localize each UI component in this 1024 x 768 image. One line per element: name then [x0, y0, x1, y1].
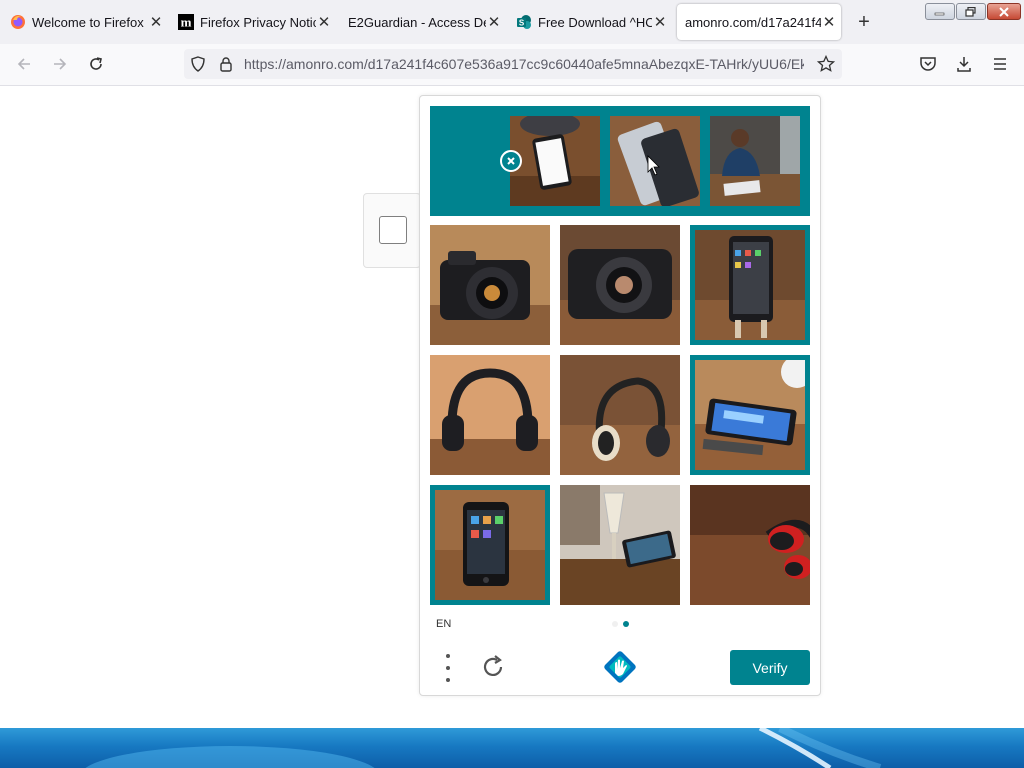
pocket-icon[interactable]	[914, 50, 942, 78]
grid-tile-headphones[interactable]	[430, 355, 550, 475]
hamburger-menu-icon[interactable]	[986, 50, 1014, 78]
language-selector[interactable]: EN	[436, 618, 451, 630]
padlock-icon[interactable]	[218, 56, 234, 77]
hcaptcha-logo-icon	[602, 649, 638, 685]
back-arrow-icon[interactable]	[10, 50, 38, 78]
refresh-challenge-icon[interactable]	[478, 652, 508, 682]
grid-tile-camera[interactable]	[430, 225, 550, 345]
svg-text:S: S	[519, 19, 525, 28]
challenge-header	[430, 106, 810, 216]
close-window-button[interactable]	[987, 3, 1021, 20]
grid-tile-phone-on-stand[interactable]	[690, 225, 810, 345]
tab-label: Firefox Privacy Notice	[200, 14, 316, 30]
tab-label: Welcome to Firefox	[32, 14, 144, 30]
downloads-icon[interactable]	[950, 50, 978, 78]
close-tab-icon[interactable]: ✕	[316, 14, 332, 31]
taskbar-wallpaper-swoosh	[85, 728, 882, 768]
close-tab-icon[interactable]: ✕	[821, 14, 837, 31]
tab-amonro-active[interactable]: amonro.com/d17a241f4c ✕	[677, 4, 841, 40]
tab-firefox-privacy-notice[interactable]: m Firefox Privacy Notice ✕	[168, 4, 336, 40]
grid-tile-phone-on-desk[interactable]	[690, 355, 810, 475]
page-indicator-dot	[612, 621, 618, 627]
example-image	[510, 116, 600, 206]
example-image	[610, 116, 700, 206]
close-tab-icon[interactable]: ✕	[486, 14, 502, 31]
new-tab-icon[interactable]: +	[852, 10, 876, 34]
verify-button[interactable]: Verify	[730, 650, 810, 685]
reload-icon[interactable]	[82, 50, 110, 78]
bookmark-star-icon[interactable]	[816, 54, 836, 78]
captcha-checkbox[interactable]	[379, 216, 407, 244]
close-example-icon[interactable]	[500, 150, 522, 172]
page-content: EN Verify	[0, 86, 1024, 728]
tab-free-download[interactable]: S Free Download ^HOT ✕	[506, 4, 672, 40]
close-tab-icon[interactable]: ✕	[652, 14, 668, 31]
navigation-toolbar: https://amonro.com/d17a241f4c607e536a917…	[0, 44, 1024, 86]
page-indicator-dot-active	[623, 621, 629, 627]
tab-welcome-to-firefox[interactable]: Welcome to Firefox ✕	[0, 4, 168, 40]
more-options-icon[interactable]	[440, 654, 456, 682]
grid-tile-phone-with-glass[interactable]	[560, 485, 680, 605]
tracking-shield-icon[interactable]	[190, 56, 206, 77]
firefox-icon	[10, 14, 26, 30]
forward-arrow-icon[interactable]	[46, 50, 74, 78]
tab-label: Free Download ^HOT	[538, 14, 652, 30]
grid-tile-headphones[interactable]	[560, 355, 680, 475]
mozilla-m-icon: m	[178, 14, 194, 30]
svg-text:m: m	[181, 15, 192, 30]
example-image	[710, 116, 800, 206]
grid-tile-phone-on-desk[interactable]	[430, 485, 550, 605]
captcha-challenge-panel: EN Verify	[419, 95, 821, 696]
close-tab-icon[interactable]: ✕	[148, 14, 164, 31]
url-bar[interactable]: https://amonro.com/d17a241f4c607e536a917…	[184, 49, 842, 79]
url-text[interactable]: https://amonro.com/d17a241f4c607e536a917…	[244, 56, 804, 72]
captcha-anchor	[363, 193, 421, 268]
grid-tile-camera[interactable]	[560, 225, 680, 345]
tab-e2guardian[interactable]: E2Guardian - Access Deni ✕	[336, 4, 506, 40]
grid-tile-red-headphones[interactable]	[690, 485, 810, 605]
tab-label: amonro.com/d17a241f4c	[685, 14, 821, 30]
windows-taskbar	[0, 728, 1024, 768]
tab-strip: Welcome to Firefox ✕ m Firefox Privacy N…	[0, 0, 1024, 44]
restore-button[interactable]	[956, 3, 986, 20]
sharepoint-icon: S	[516, 14, 532, 30]
minimize-button[interactable]	[925, 3, 955, 20]
tab-label: E2Guardian - Access Deni	[348, 14, 486, 30]
